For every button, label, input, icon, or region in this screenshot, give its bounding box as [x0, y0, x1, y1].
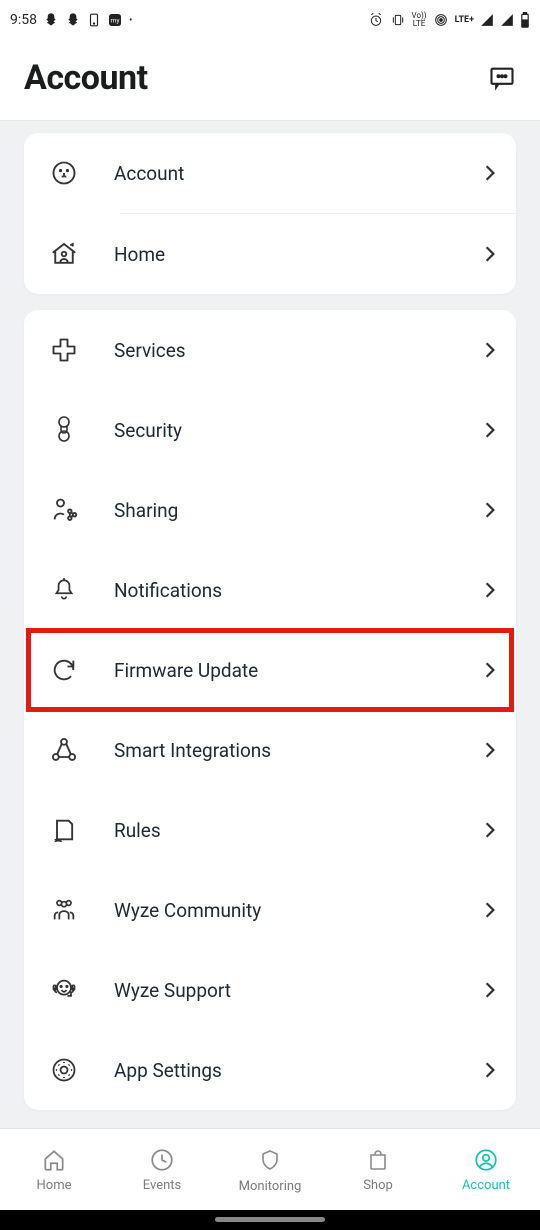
- page-title: Account: [24, 58, 148, 98]
- rules-icon: [44, 816, 84, 844]
- shield-icon: [258, 1146, 282, 1174]
- lock-icon: [44, 415, 84, 445]
- dot-icon: •: [129, 15, 132, 26]
- settings-card: Services Security Sharing Notifications: [24, 310, 516, 1110]
- face-icon: [44, 159, 84, 187]
- chevron-right-icon: [484, 421, 496, 439]
- home-icon: [41, 1147, 67, 1173]
- community-icon: [44, 896, 84, 924]
- row-rules[interactable]: Rules: [24, 790, 516, 870]
- row-wyze-community[interactable]: Wyze Community: [24, 870, 516, 950]
- row-smart-integrations[interactable]: Smart Integrations: [24, 710, 516, 790]
- nav-home[interactable]: Home: [0, 1129, 108, 1210]
- plus-icon: [44, 336, 84, 364]
- chevron-right-icon: [484, 1061, 496, 1079]
- row-label: Wyze Support: [84, 979, 484, 1002]
- chevron-right-icon: [484, 981, 496, 999]
- nav-label: Home: [37, 1178, 72, 1193]
- bell-icon: [44, 576, 84, 604]
- account-icon: [473, 1147, 499, 1173]
- integrations-icon: [44, 736, 84, 764]
- volte-icon: Vo))LTE: [412, 12, 427, 28]
- row-label: Smart Integrations: [84, 739, 484, 762]
- row-app-settings[interactable]: App Settings: [24, 1030, 516, 1110]
- app-icon: my: [107, 12, 123, 28]
- lte-label: LTE+: [455, 15, 474, 25]
- nav-label: Shop: [363, 1178, 393, 1193]
- row-label: Rules: [84, 819, 484, 842]
- snapchat-icon: [65, 12, 81, 28]
- share-person-icon: [44, 496, 84, 524]
- home-indicator: [0, 1210, 540, 1230]
- status-bar: 9:58 my • Vo))LTE LTE+: [0, 0, 540, 40]
- row-label: Account: [84, 162, 484, 185]
- row-label: Security: [84, 419, 484, 442]
- snapchat-icon: [43, 12, 59, 28]
- row-wyze-support[interactable]: Wyze Support: [24, 950, 516, 1030]
- chevron-right-icon: [484, 741, 496, 759]
- row-notifications[interactable]: Notifications: [24, 550, 516, 630]
- hotspot-icon: [433, 12, 449, 28]
- chat-icon[interactable]: [488, 64, 516, 92]
- page-header: Account: [0, 40, 540, 121]
- support-icon: [44, 976, 84, 1004]
- chevron-right-icon: [484, 164, 496, 182]
- phone-icon: [87, 12, 101, 28]
- row-label: Notifications: [84, 579, 484, 602]
- signal-icon: [480, 13, 494, 27]
- nav-events[interactable]: Events: [108, 1129, 216, 1210]
- clock-icon: [149, 1147, 175, 1173]
- nav-label: Account: [462, 1178, 510, 1193]
- row-label: Sharing: [84, 499, 484, 522]
- nav-account[interactable]: Account: [432, 1129, 540, 1210]
- bag-icon: [366, 1147, 390, 1173]
- gear-icon: [44, 1056, 84, 1084]
- chevron-right-icon: [484, 581, 496, 599]
- row-label: Wyze Community: [84, 899, 484, 922]
- alarm-icon: [368, 12, 384, 28]
- home-person-icon: [44, 239, 84, 269]
- row-label: Services: [84, 339, 484, 362]
- chevron-right-icon: [484, 901, 496, 919]
- nav-label: Monitoring: [239, 1179, 302, 1194]
- row-security[interactable]: Security: [24, 390, 516, 470]
- row-sharing[interactable]: Sharing: [24, 470, 516, 550]
- bottom-nav: Home Events Monitoring Shop Account: [0, 1128, 540, 1210]
- row-label: App Settings: [84, 1059, 484, 1082]
- svg-text:my: my: [111, 17, 121, 25]
- chevron-right-icon: [484, 341, 496, 359]
- chevron-right-icon: [484, 821, 496, 839]
- chevron-right-icon: [484, 501, 496, 519]
- refresh-icon: [44, 656, 84, 684]
- row-services[interactable]: Services: [24, 310, 516, 390]
- row-account[interactable]: Account: [24, 133, 516, 213]
- status-time: 9:58: [10, 12, 37, 28]
- chevron-right-icon: [484, 661, 496, 679]
- row-label: Home: [84, 243, 484, 266]
- nav-label: Events: [143, 1178, 181, 1193]
- vibrate-icon: [390, 12, 406, 28]
- profile-card: Account Home: [24, 133, 516, 294]
- row-home[interactable]: Home: [24, 214, 516, 294]
- nav-shop[interactable]: Shop: [324, 1129, 432, 1210]
- battery-icon: [520, 12, 530, 28]
- signal-icon: [500, 13, 514, 27]
- nav-monitoring[interactable]: Monitoring: [216, 1129, 324, 1210]
- row-label: Firmware Update: [84, 659, 484, 682]
- chevron-right-icon: [484, 245, 496, 263]
- row-firmware-update[interactable]: Firmware Update: [24, 630, 516, 710]
